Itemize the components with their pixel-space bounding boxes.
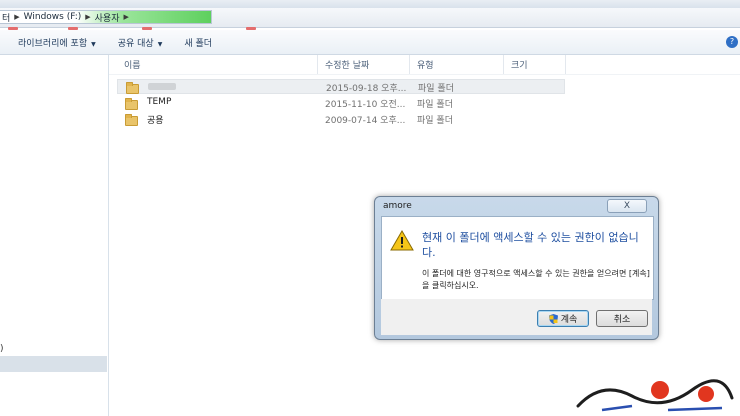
column-divider[interactable] bbox=[503, 55, 504, 74]
nav-item-selected[interactable] bbox=[0, 356, 107, 372]
dialog-body: 현재 이 폴더에 액세스할 수 있는 권한이 없습니다. 이 폴더에 대한 영구… bbox=[381, 216, 654, 300]
blurred-folder-name bbox=[148, 83, 176, 90]
dialog-main-instruction: 현재 이 폴더에 액세스할 수 있는 권한이 없습니다. bbox=[422, 231, 639, 259]
warning-icon bbox=[390, 230, 414, 251]
continue-label: 계속 bbox=[560, 315, 578, 325]
continue-button[interactable]: 계속 bbox=[537, 310, 589, 327]
include-in-library-button[interactable]: 라이브러리에 포함 ▼ bbox=[18, 36, 96, 49]
header-divider bbox=[109, 74, 740, 75]
include-in-library-label: 라이브러리에 포함 bbox=[18, 38, 88, 49]
file-type: 파일 폴더 bbox=[417, 116, 453, 126]
cancel-label: 취소 bbox=[613, 315, 631, 325]
file-row[interactable]: TEMP 2015-11-10 오전... 파일 폴더 bbox=[117, 95, 565, 110]
help-icon[interactable]: ? bbox=[726, 36, 738, 48]
uac-shield-icon bbox=[548, 313, 558, 324]
address-bar[interactable]: 터 ▶ Windows (F:) ▶ 사용자 ▶ bbox=[0, 8, 740, 28]
new-folder-button[interactable]: 새 폴더 bbox=[184, 36, 212, 49]
chevron-right-icon[interactable]: ▶ bbox=[123, 13, 128, 21]
column-header-date[interactable]: 수정한 날짜 bbox=[325, 58, 369, 72]
nav-item-partial[interactable]: ) bbox=[0, 344, 4, 354]
column-header-size[interactable]: 크기 bbox=[511, 58, 528, 72]
chevron-right-icon[interactable]: ▶ bbox=[85, 13, 90, 21]
column-divider[interactable] bbox=[317, 55, 318, 74]
column-divider[interactable] bbox=[565, 55, 566, 74]
file-row[interactable]: 공용 2009-07-14 오후... 파일 폴더 bbox=[117, 111, 565, 126]
file-date: 2015-11-10 오전... bbox=[325, 100, 406, 110]
file-type: 파일 폴더 bbox=[417, 100, 453, 110]
breadcrumb-item-drive[interactable]: Windows (F:) bbox=[24, 12, 82, 22]
cancel-button[interactable]: 취소 bbox=[596, 310, 648, 327]
file-date: 2015-09-18 오후... bbox=[326, 84, 407, 94]
file-name: TEMP bbox=[147, 97, 172, 107]
breadcrumb-item-computer[interactable]: 터 bbox=[2, 11, 10, 24]
column-header-name[interactable]: 이름 bbox=[124, 58, 141, 72]
dropdown-arrow-icon: ▼ bbox=[157, 40, 163, 48]
dialog-detail-text: 이 폴더에 대한 영구적으로 액세스할 수 있는 권한을 얻으려면 [계속]을 … bbox=[422, 269, 650, 290]
column-divider[interactable] bbox=[409, 55, 410, 74]
access-denied-dialog: amore X 현재 이 폴더에 액세스할 수 있는 권한이 없습니다. 이 폴… bbox=[374, 196, 659, 340]
breadcrumb[interactable]: 터 ▶ Windows (F:) ▶ 사용자 ▶ bbox=[0, 10, 212, 24]
chevron-right-icon[interactable]: ▶ bbox=[14, 13, 19, 21]
share-with-button[interactable]: 공유 대상 ▼ bbox=[118, 36, 163, 49]
dialog-title: amore bbox=[383, 201, 412, 211]
dialog-close-button[interactable]: X bbox=[607, 199, 647, 213]
column-header-type[interactable]: 유형 bbox=[417, 58, 434, 72]
breadcrumb-item-users[interactable]: 사용자 bbox=[95, 11, 120, 24]
command-toolbar: 라이브러리에 포함 ▼ 공유 대상 ▼ 새 폴더 ? bbox=[0, 30, 740, 55]
watermark-logo bbox=[572, 376, 739, 413]
file-row[interactable]: 2015-09-18 오후... 파일 폴더 bbox=[117, 79, 565, 94]
new-folder-label: 새 폴더 bbox=[184, 38, 213, 49]
file-date: 2009-07-14 오후... bbox=[325, 116, 406, 126]
folder-icon bbox=[125, 114, 138, 126]
file-name: 공용 bbox=[147, 116, 164, 126]
file-type: 파일 폴더 bbox=[418, 84, 454, 94]
navigation-pane[interactable]: ) bbox=[0, 55, 109, 416]
share-with-label: 공유 대상 bbox=[117, 38, 154, 49]
folder-icon bbox=[125, 98, 138, 110]
dialog-footer: 계속 취소 bbox=[381, 299, 652, 335]
dropdown-arrow-icon: ▼ bbox=[91, 40, 96, 48]
folder-icon bbox=[126, 82, 139, 94]
close-icon: X bbox=[623, 201, 631, 211]
